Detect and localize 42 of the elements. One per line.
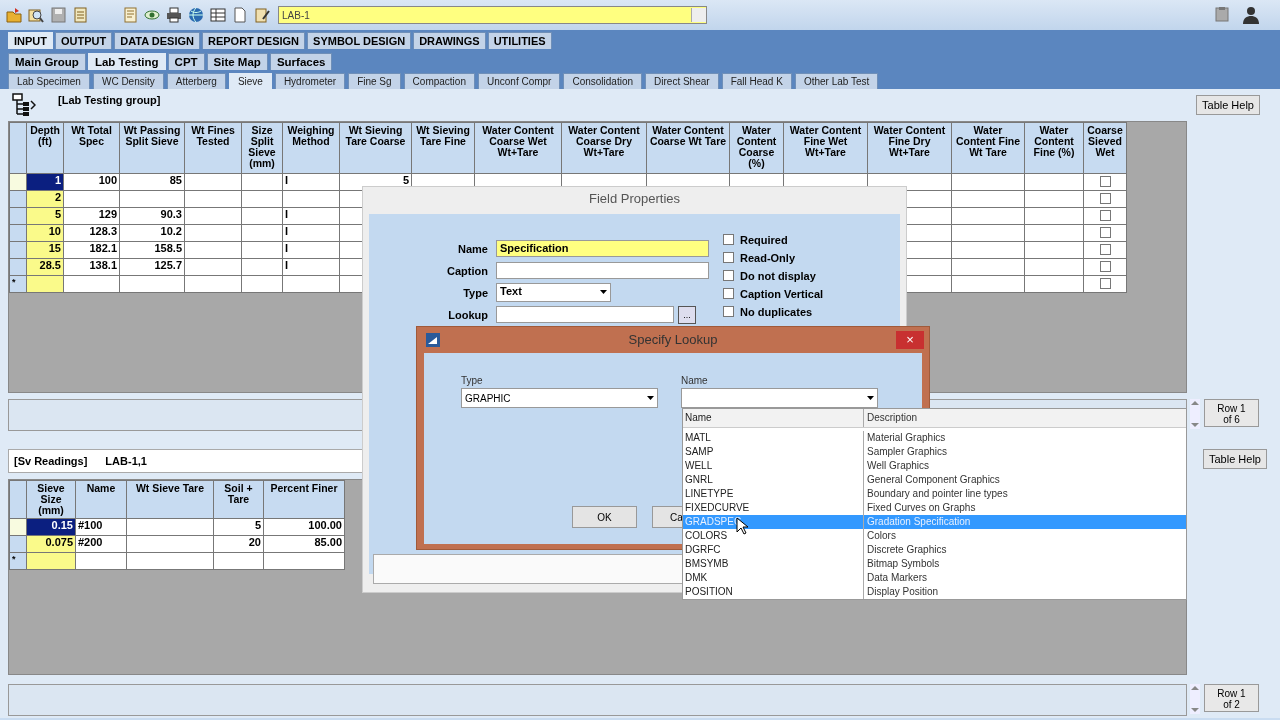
column-header: Name <box>683 409 864 427</box>
field-label: Name <box>681 375 709 386</box>
column-header: Water Content Coarse Wt Tare <box>646 122 730 174</box>
column-header: Wt Fines Tested <box>184 122 242 174</box>
column-header: Weighing Method <box>282 122 340 174</box>
column-header: Water Content Fine Wt Tare <box>951 122 1025 174</box>
checkbox-label: Read-Only <box>740 251 795 264</box>
column-header: Percent Finer <box>263 480 345 519</box>
checkbox-label: Required <box>740 233 788 246</box>
checkbox-label: No duplicates <box>740 305 813 318</box>
column-header: Sieve Size (mm) <box>26 480 76 519</box>
column-header: Water Content Fine (%) <box>1024 122 1084 174</box>
column-header: Name <box>75 480 127 519</box>
field-label: Name <box>457 242 488 255</box>
column-header: Wt Passing Split Sieve <box>119 122 185 174</box>
column-header: Soil + Tare <box>213 480 264 519</box>
column-header: Depth (ft) <box>26 122 64 174</box>
field-label: Type <box>462 286 488 299</box>
column-header: Wt Sieving Tare Fine <box>411 122 475 174</box>
field-label: Caption <box>446 264 488 277</box>
column-header: Water Content Coarse Wet Wt+Tare <box>474 122 562 174</box>
row-counter: Row 1 of 6 <box>1204 399 1259 427</box>
field-label: Lookup <box>447 308 488 321</box>
group-title: [Lab Testing group] <box>58 94 161 106</box>
column-header: Description <box>866 411 919 425</box>
column-header: Wt Total Spec <box>63 122 120 174</box>
dialog-title: Field Properties <box>588 190 680 208</box>
row-counter: Row 1 of 2 <box>1204 684 1259 712</box>
checkbox-label: Caption Vertical <box>740 287 824 300</box>
checkbox-label: Do not display <box>740 269 816 282</box>
field-label: Type <box>461 375 484 386</box>
column-header: Size Split Sieve (mm) <box>241 122 283 174</box>
dialog-title: Specify Lookup <box>628 332 718 347</box>
column-header: Wt Sieve Tare <box>126 480 214 519</box>
column-header: Wt Sieving Tare Coarse <box>339 122 412 174</box>
column-header: Water Content Fine Wet Wt+Tare <box>783 122 868 174</box>
table-title: [Sv Readings] <box>14 455 88 467</box>
column-header: Coarse Sieved Wet <box>1083 122 1127 174</box>
column-header: Water Content Coarse Dry Wt+Tare <box>561 122 647 174</box>
column-header: Water Content Fine Dry Wt+Tare <box>867 122 952 174</box>
record-label: LAB-1,1 <box>105 455 147 467</box>
column-header: Water Content Coarse (%) <box>729 122 784 174</box>
